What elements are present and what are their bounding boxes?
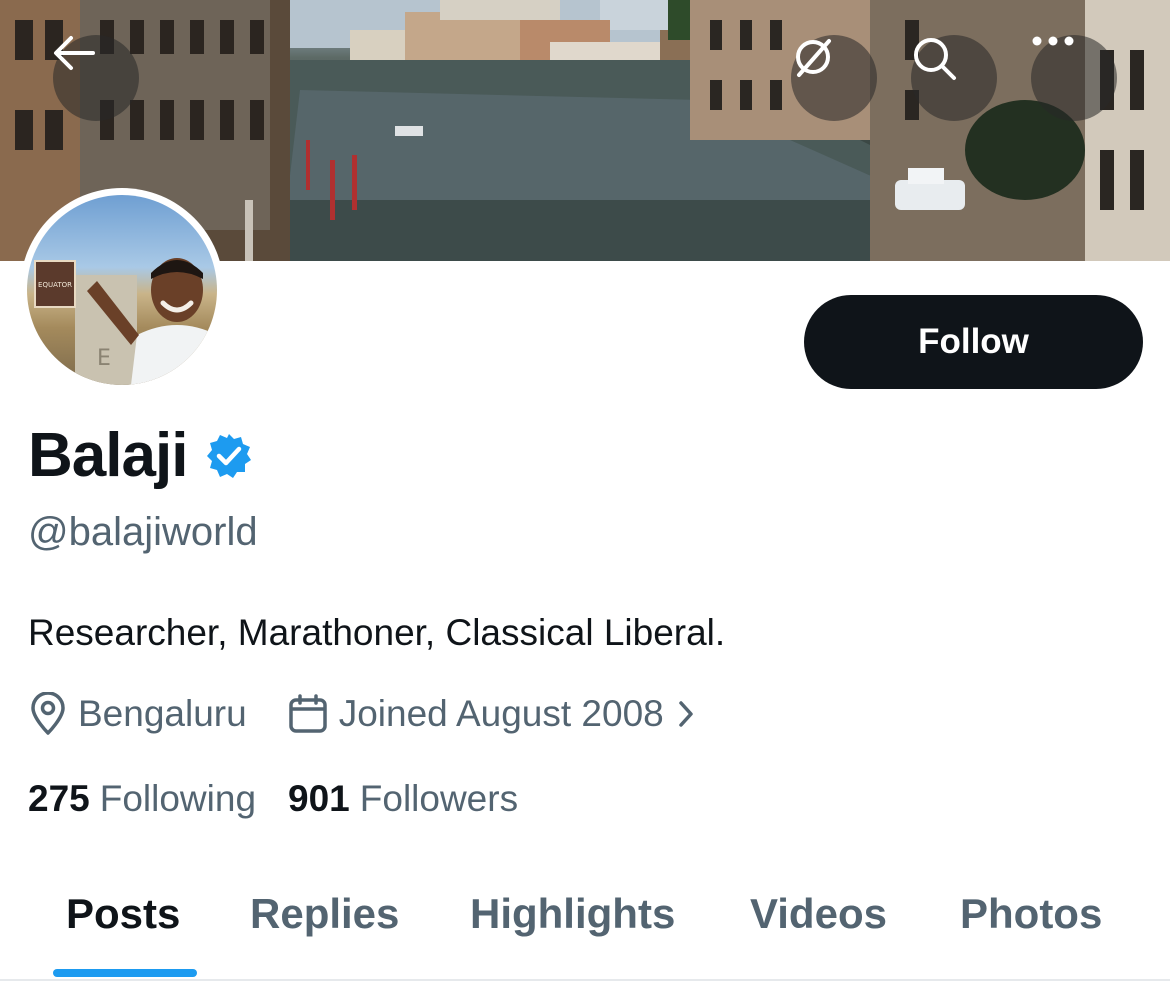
avatar[interactable]: EQUATOR E <box>20 188 224 392</box>
verified-badge-icon[interactable] <box>205 432 253 485</box>
tab-highlights[interactable]: Highlights <box>470 890 675 938</box>
profile-name-row: Balaji <box>28 420 253 491</box>
profile-tabs: Posts Replies Highlights Videos Photos <box>0 880 1170 980</box>
translate-toggle-button[interactable] <box>791 35 877 121</box>
location: Bengaluru <box>28 692 247 736</box>
avatar-image: EQUATOR E <box>27 195 217 385</box>
following-label: Following <box>99 778 257 819</box>
svg-text:EQUATOR: EQUATOR <box>38 281 72 289</box>
svg-text:E: E <box>97 346 111 371</box>
profile-meta: Bengaluru Joined August 2008 <box>28 692 694 736</box>
location-text: Bengaluru <box>78 693 247 734</box>
display-name: Balaji <box>28 421 188 490</box>
joined-date[interactable]: Joined August 2008 <box>287 693 694 735</box>
chevron-right-icon <box>678 700 694 728</box>
following-link[interactable]: 275 Following <box>28 778 256 820</box>
tab-replies[interactable]: Replies <box>250 890 399 938</box>
back-button[interactable] <box>53 35 139 121</box>
profile-stats: 275 Following 901 Followers <box>28 778 518 820</box>
calendar-icon <box>287 693 329 735</box>
tab-videos[interactable]: Videos <box>750 890 887 938</box>
follow-button[interactable]: Follow <box>804 295 1143 389</box>
search-icon <box>914 38 956 80</box>
more-options-button[interactable] <box>1031 35 1117 121</box>
tab-photos[interactable]: Photos <box>960 890 1102 938</box>
more-icon <box>1032 36 1074 46</box>
joined-text: Joined August 2008 <box>338 693 664 734</box>
profile-bio: Researcher, Marathoner, Classical Libera… <box>28 612 726 653</box>
location-pin-icon <box>28 692 68 736</box>
followers-link[interactable]: 901 Followers <box>288 778 518 820</box>
arrow-left-icon <box>54 36 95 70</box>
followers-count: 901 <box>288 778 350 819</box>
followers-label: Followers <box>359 778 519 819</box>
search-button[interactable] <box>911 35 997 121</box>
tab-posts[interactable]: Posts <box>66 890 180 938</box>
following-count: 275 <box>28 778 90 819</box>
translate-disabled-icon <box>796 39 831 77</box>
active-tab-indicator <box>53 969 197 977</box>
tabs-divider <box>0 979 1170 981</box>
profile-handle: @balajiworld <box>28 510 258 554</box>
